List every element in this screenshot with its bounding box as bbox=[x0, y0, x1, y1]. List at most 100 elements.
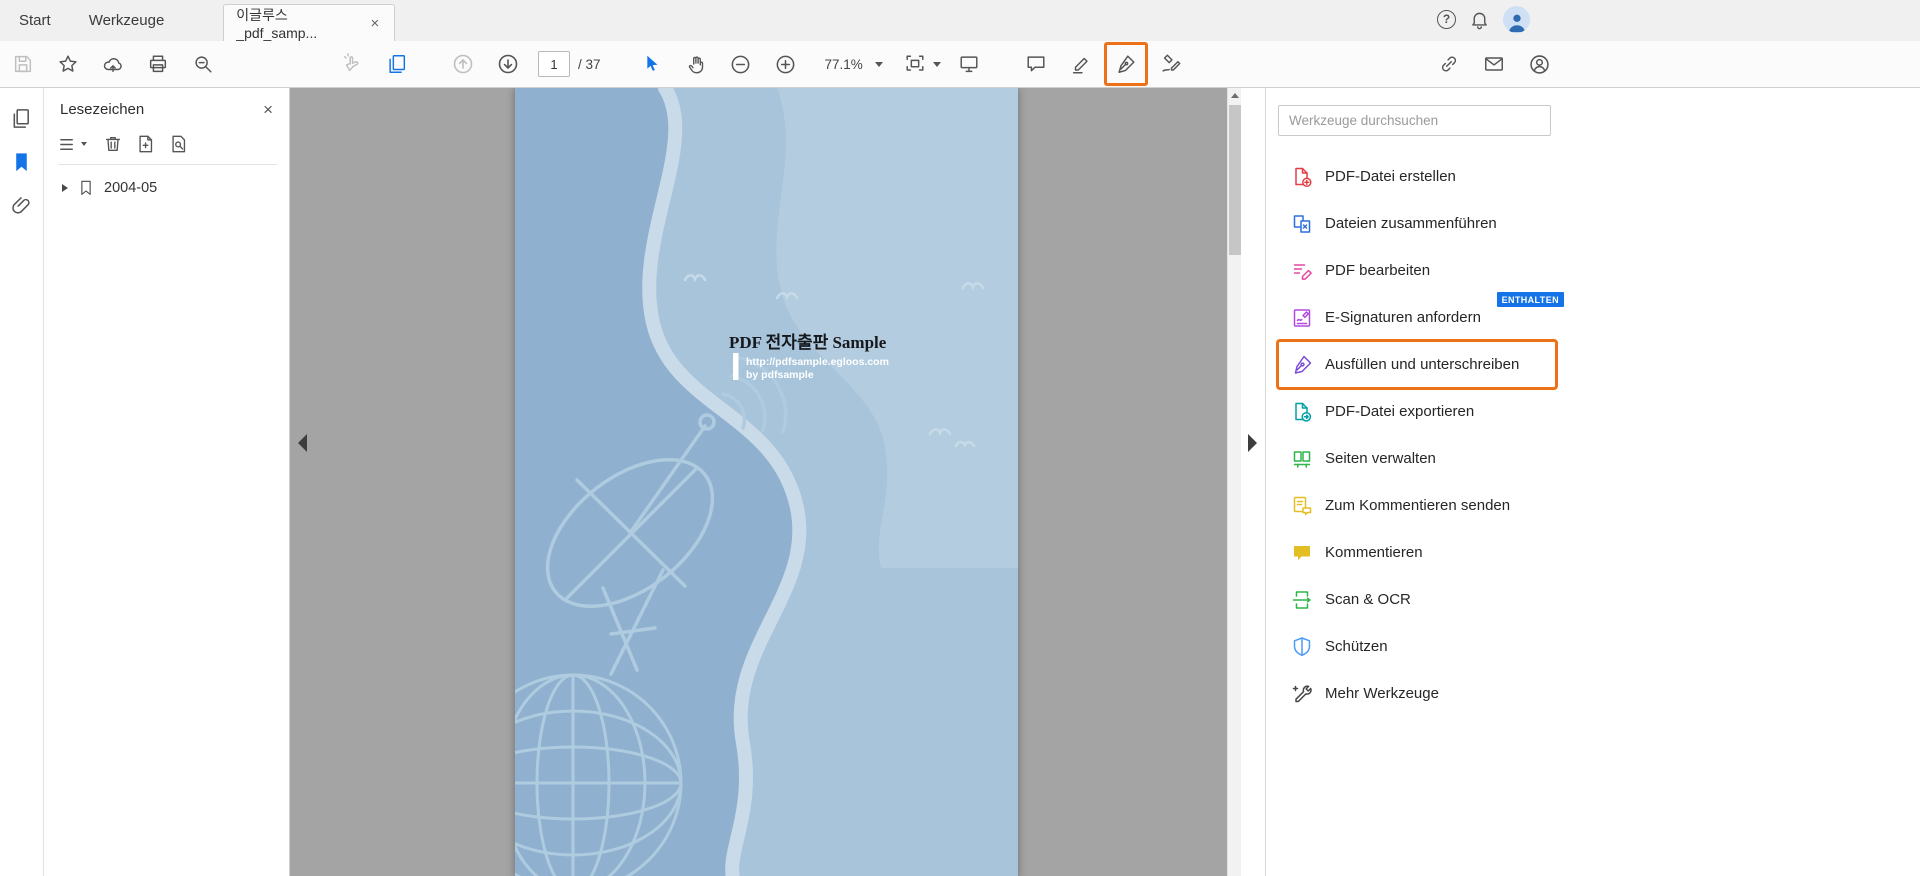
more-tools-icon bbox=[1291, 683, 1313, 705]
tool-item-create-pdf[interactable]: PDF-Datei erstellen bbox=[1278, 153, 1556, 200]
tab-bar-right: ? bbox=[1437, 0, 1530, 38]
tool-item-comment[interactable]: Kommentieren bbox=[1278, 529, 1556, 576]
tab-werkzeuge-label: Werkzeuge bbox=[89, 12, 165, 29]
page-thumbnails-blue-icon[interactable] bbox=[377, 44, 417, 84]
collapse-left-panel-icon[interactable] bbox=[298, 434, 307, 452]
search-icon[interactable] bbox=[183, 44, 223, 84]
scan-ocr-icon bbox=[1291, 589, 1313, 611]
tool-item-scan-ocr[interactable]: Scan & OCR bbox=[1278, 576, 1556, 623]
tool-item-label: Mehr Werkzeuge bbox=[1325, 685, 1439, 702]
share-link-icon[interactable] bbox=[1429, 44, 1469, 84]
pdf-page-artwork: PDF 전자출판 Sample http://pdfsample.egloos.… bbox=[515, 88, 1018, 876]
bookmark-icon bbox=[77, 179, 95, 197]
tool-item-label: PDF-Datei exportieren bbox=[1325, 403, 1474, 420]
tool-item-label: PDF bearbeiten bbox=[1325, 262, 1430, 279]
toolbar-right-group bbox=[1429, 44, 1559, 84]
favorite-star-icon[interactable] bbox=[48, 44, 88, 84]
tool-item-organize-pages[interactable]: Seiten verwalten bbox=[1278, 435, 1556, 482]
highlight-pen-icon[interactable] bbox=[1061, 44, 1101, 84]
save-icon[interactable] bbox=[3, 44, 43, 84]
document-tab-label: 이글루스_pdf_samp... bbox=[236, 5, 367, 41]
zoom-out-icon[interactable] bbox=[721, 44, 761, 84]
page-number-input[interactable] bbox=[538, 51, 570, 77]
previous-page-icon[interactable] bbox=[443, 44, 483, 84]
chevron-down-icon bbox=[875, 62, 883, 67]
tool-item-combine-files[interactable]: Dateien zusammenführen bbox=[1278, 200, 1556, 247]
help-icon[interactable]: ? bbox=[1437, 10, 1456, 29]
tool-item-edit-pdf[interactable]: PDF bearbeiten bbox=[1278, 247, 1556, 294]
tool-item-fill-and-sign[interactable]: Ausfüllen und unterschreiben bbox=[1278, 341, 1556, 388]
page-fit-select[interactable] bbox=[897, 44, 941, 84]
page-title: PDF 전자출판 Sample bbox=[729, 333, 887, 352]
fullscreen-mode-icon[interactable] bbox=[949, 44, 989, 84]
page-fit-icon bbox=[897, 44, 933, 84]
tool-item-label: Schützen bbox=[1325, 638, 1388, 655]
tool-item-protect[interactable]: Schützen bbox=[1278, 623, 1556, 670]
tab-start[interactable]: Start bbox=[0, 0, 70, 41]
bookmark-item-label: 2004-05 bbox=[104, 180, 157, 196]
tab-werkzeuge[interactable]: Werkzeuge bbox=[70, 0, 184, 41]
chevron-right-icon[interactable] bbox=[62, 184, 68, 192]
account-avatar[interactable] bbox=[1503, 6, 1530, 33]
protect-icon bbox=[1291, 636, 1313, 658]
zoom-in-icon[interactable] bbox=[766, 44, 806, 84]
bookmark-item-2004-05[interactable]: 2004-05 bbox=[62, 179, 289, 197]
bookmarks-options-icon[interactable] bbox=[58, 135, 87, 154]
page-byline: by pdfsample bbox=[746, 369, 814, 381]
document-tab[interactable]: 이글루스_pdf_samp... × bbox=[223, 4, 395, 41]
bookmarks-tree: 2004-05 bbox=[44, 165, 289, 197]
fill-sign-icon bbox=[1291, 354, 1313, 376]
send-email-icon[interactable] bbox=[1474, 44, 1514, 84]
tool-item-more-tools[interactable]: Mehr Werkzeuge bbox=[1278, 670, 1556, 717]
bookmarks-panel: Lesezeichen × bbox=[44, 88, 290, 876]
next-page-icon[interactable] bbox=[488, 44, 528, 84]
tab-start-label: Start bbox=[19, 12, 51, 29]
zoom-level-value: 77.1% bbox=[825, 57, 863, 72]
fill-sign-toolbar-icon[interactable] bbox=[1106, 44, 1146, 84]
document-tab-close-icon[interactable]: × bbox=[368, 14, 383, 33]
tool-item-label: Dateien zusammenführen bbox=[1325, 215, 1497, 232]
find-current-bookmark-icon[interactable] bbox=[169, 134, 189, 154]
organize-pages-icon bbox=[1291, 448, 1313, 470]
person-account-icon[interactable] bbox=[1519, 44, 1559, 84]
tool-item-request-signatures[interactable]: ENTHALTEN E-Signaturen anfordern bbox=[1278, 294, 1556, 341]
new-bookmark-icon[interactable] bbox=[136, 134, 156, 154]
chevron-down-icon bbox=[933, 62, 941, 67]
tool-item-label: Ausfüllen und unterschreiben bbox=[1325, 356, 1519, 373]
attachments-paperclip-icon[interactable] bbox=[2, 184, 42, 228]
select-tool-icon[interactable] bbox=[631, 44, 671, 84]
page-thumbnails-panel-icon[interactable] bbox=[2, 96, 42, 140]
scroll-up-icon[interactable] bbox=[1228, 88, 1241, 103]
tools-search-input[interactable] bbox=[1278, 105, 1551, 136]
main-area: Lesezeichen × bbox=[0, 88, 1920, 876]
bookmarks-panel-icon[interactable] bbox=[2, 140, 42, 184]
tool-item-label: PDF-Datei erstellen bbox=[1325, 168, 1456, 185]
chevron-down-icon bbox=[81, 142, 87, 146]
delete-bookmark-trash-icon[interactable] bbox=[103, 134, 123, 154]
tool-item-export-pdf[interactable]: PDF-Datei exportieren bbox=[1278, 388, 1556, 435]
print-icon[interactable] bbox=[138, 44, 178, 84]
included-badge: ENTHALTEN bbox=[1497, 292, 1564, 307]
bookmarks-title: Lesezeichen bbox=[60, 101, 144, 118]
bookmarks-toolbar bbox=[58, 128, 277, 165]
zoom-level-select[interactable]: 77.1% bbox=[818, 49, 890, 79]
touch-gesture-icon[interactable] bbox=[332, 44, 372, 84]
expand-right-panel-icon[interactable] bbox=[1248, 434, 1257, 452]
add-comment-icon[interactable] bbox=[1016, 44, 1056, 84]
tool-item-send-for-comments[interactable]: Zum Kommentieren senden bbox=[1278, 482, 1556, 529]
share-cloud-icon[interactable] bbox=[93, 44, 133, 84]
document-canvas[interactable]: PDF 전자출판 Sample http://pdfsample.egloos.… bbox=[290, 88, 1227, 876]
tool-item-label: Scan & OCR bbox=[1325, 591, 1411, 608]
export-pdf-icon bbox=[1291, 401, 1313, 423]
bookmarks-close-icon[interactable]: × bbox=[263, 101, 273, 118]
pdf-page: PDF 전자출판 Sample http://pdfsample.egloos.… bbox=[515, 88, 1018, 876]
request-signatures-icon bbox=[1291, 307, 1313, 329]
bookmarks-header: Lesezeichen × bbox=[44, 88, 289, 128]
vertical-scrollbar[interactable] bbox=[1227, 88, 1241, 876]
pen-tool-icon[interactable] bbox=[1151, 44, 1191, 84]
main-toolbar: / 37 77.1% bbox=[0, 41, 1920, 88]
scrollbar-thumb[interactable] bbox=[1229, 105, 1241, 255]
tools-panel: PDF-Datei erstellen Dateien zusammenführ… bbox=[1265, 88, 1920, 876]
hand-tool-icon[interactable] bbox=[676, 44, 716, 84]
notifications-bell-icon[interactable] bbox=[1469, 9, 1490, 30]
